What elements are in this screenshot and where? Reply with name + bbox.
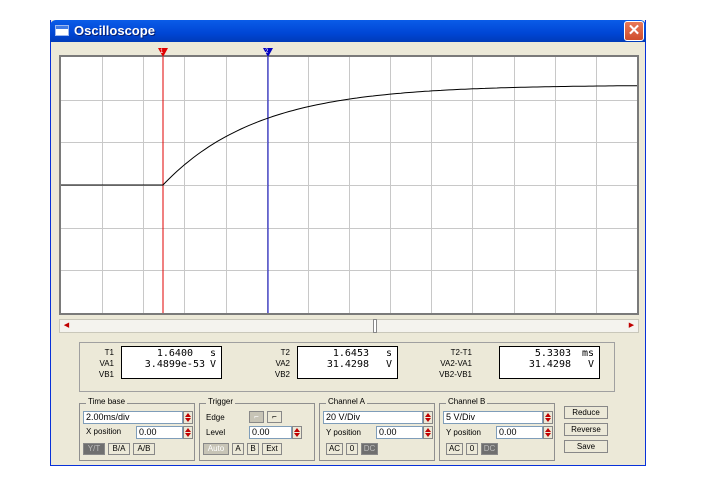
t1-time-value: 1.6400 bbox=[156, 348, 193, 359]
timebase-scale-field[interactable]: 2.00ms/div bbox=[83, 411, 183, 424]
channel-a-scale-field[interactable]: 20 V/Div bbox=[323, 411, 423, 424]
t2-time-value: 1.6453 bbox=[332, 348, 369, 359]
t2-label: T2 bbox=[280, 348, 290, 357]
scroll-thumb[interactable] bbox=[373, 319, 377, 333]
vb1-label: VB1 bbox=[98, 370, 114, 379]
timebase-group: Time base 2.00ms/div X position 0.00 Y/T… bbox=[79, 397, 195, 461]
channel-b-ypos-field[interactable]: 0.00 bbox=[496, 426, 543, 439]
scroll-right-icon[interactable]: ▶ bbox=[625, 320, 638, 332]
channel-b-scale-spin-icon[interactable] bbox=[543, 411, 553, 424]
edge-label: Edge bbox=[206, 413, 225, 422]
t2-t1-label: T2-T1 bbox=[450, 348, 472, 357]
reduce-button[interactable]: Reduce bbox=[564, 406, 608, 419]
window-title: Oscilloscope bbox=[74, 23, 155, 38]
channel-b-ypos-spin-icon[interactable] bbox=[543, 426, 553, 439]
diff-time-unit: ms bbox=[581, 348, 594, 359]
va1-value: 3.4899e-53 bbox=[144, 359, 205, 370]
reverse-button[interactable]: Reverse bbox=[564, 423, 608, 436]
va2-unit: V bbox=[385, 359, 392, 370]
xpos-field[interactable]: 0.00 bbox=[136, 426, 183, 439]
channel-a-title: Channel A bbox=[326, 397, 367, 406]
mode-yt-button[interactable]: Y/T bbox=[83, 443, 105, 455]
vb2-vb1-label: VB2-VB1 bbox=[439, 370, 472, 379]
scope-svg bbox=[61, 57, 637, 313]
oscilloscope-window: Oscilloscope ✕ 1 2 ◀ ▶ T1 VA1 VB1 1.6400… bbox=[50, 20, 646, 466]
window-icon bbox=[55, 25, 69, 36]
cursor-2-marker[interactable]: 2 bbox=[263, 48, 273, 57]
level-spin-icon[interactable] bbox=[292, 426, 302, 439]
t1-time-unit: s bbox=[209, 348, 216, 359]
va2-va1-label: VA2-VA1 bbox=[440, 359, 472, 368]
scope-display: 1 2 bbox=[59, 48, 639, 315]
channel-a-ypos-field[interactable]: 0.00 bbox=[376, 426, 423, 439]
va1-label: VA1 bbox=[99, 359, 114, 368]
channel-b-scale-field[interactable]: 5 V/Div bbox=[443, 411, 543, 424]
cursor-1-marker-label: 1 bbox=[160, 49, 164, 55]
level-label: Level bbox=[206, 428, 226, 437]
trigger-title: Trigger bbox=[206, 397, 236, 406]
diff-va-unit: V bbox=[587, 359, 594, 370]
trigger-auto-button[interactable]: Auto bbox=[203, 443, 229, 455]
close-button[interactable]: ✕ bbox=[624, 21, 644, 41]
t1-display: 1.6400 s 3.4899e-53 V bbox=[121, 346, 222, 379]
channel-a-group: Channel A 20 V/Div Y position 0.00 AC 0 … bbox=[319, 397, 435, 461]
channel-b-title: Channel B bbox=[446, 397, 488, 406]
cursor-2-marker-label: 2 bbox=[265, 49, 269, 55]
channel-b-ypos-label: Y position bbox=[446, 428, 481, 437]
t2-time-unit: s bbox=[385, 348, 392, 359]
channel-b-ac-button[interactable]: AC bbox=[446, 443, 463, 455]
xpos-label: X position bbox=[86, 427, 122, 436]
save-button[interactable]: Save bbox=[564, 440, 608, 453]
channel-a-dc-button[interactable]: DC bbox=[361, 443, 378, 455]
channel-a-zero-button[interactable]: 0 bbox=[346, 443, 358, 455]
channel-b-zero-button[interactable]: 0 bbox=[466, 443, 478, 455]
falling-edge-icon[interactable]: ⌐ bbox=[267, 411, 282, 423]
level-field[interactable]: 0.00 bbox=[249, 426, 292, 439]
trigger-group: Trigger Edge ⌐ ⌐ Level 0.00 Auto A B Ext bbox=[199, 397, 315, 461]
va2-value: 31.4298 bbox=[326, 359, 369, 370]
diff-display: 5.3303 ms 31.4298 V bbox=[499, 346, 600, 379]
timebase-spin-icon[interactable] bbox=[183, 411, 193, 424]
channel-b-dc-button[interactable]: DC bbox=[481, 443, 498, 455]
channel-a-ypos-spin-icon[interactable] bbox=[423, 426, 433, 439]
va1-unit: V bbox=[209, 359, 216, 370]
scroll-left-icon[interactable]: ◀ bbox=[60, 320, 73, 332]
mode-ab-button[interactable]: A/B bbox=[133, 443, 155, 455]
close-icon: ✕ bbox=[627, 22, 641, 39]
diff-va-value: 31.4298 bbox=[528, 359, 571, 370]
t1-label: T1 bbox=[104, 348, 114, 357]
rising-edge-icon[interactable]: ⌐ bbox=[249, 411, 264, 423]
channel-b-group: Channel B 5 V/Div Y position 0.00 AC 0 D… bbox=[439, 397, 555, 461]
trigger-b-button[interactable]: B bbox=[247, 443, 259, 455]
title-bar[interactable]: Oscilloscope ✕ bbox=[50, 20, 646, 42]
trigger-ext-button[interactable]: Ext bbox=[262, 443, 282, 455]
time-scrollbar[interactable]: ◀ ▶ bbox=[59, 319, 639, 333]
diff-time-value: 5.3303 bbox=[534, 348, 571, 359]
timebase-title: Time base bbox=[86, 397, 128, 406]
vb2-label: VB2 bbox=[274, 370, 290, 379]
va2-label: VA2 bbox=[275, 359, 290, 368]
channel-a-ac-button[interactable]: AC bbox=[326, 443, 343, 455]
t2-display: 1.6453 s 31.4298 V bbox=[297, 346, 398, 379]
channel-a-ypos-label: Y position bbox=[326, 428, 361, 437]
mode-ba-button[interactable]: B/A bbox=[108, 443, 130, 455]
xpos-spin-icon[interactable] bbox=[183, 426, 193, 439]
cursor-1-marker[interactable]: 1 bbox=[158, 48, 168, 57]
channel-a-scale-spin-icon[interactable] bbox=[423, 411, 433, 424]
cursor-readouts: T1 VA1 VB1 1.6400 s 3.4899e-53 V T2 VA2 … bbox=[79, 342, 615, 392]
trigger-a-button[interactable]: A bbox=[232, 443, 244, 455]
